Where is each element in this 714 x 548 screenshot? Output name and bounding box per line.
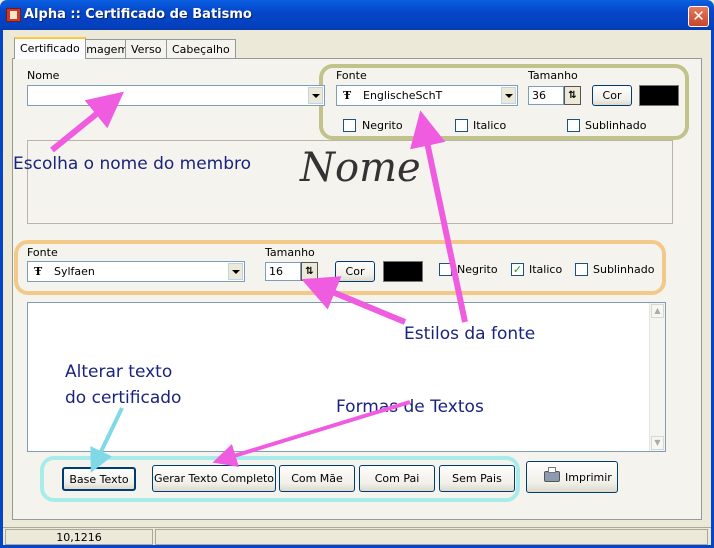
texto-tamanho-input[interactable]: 16 [265, 262, 301, 281]
nome-sublinhado-label: Sublinhado [585, 119, 647, 132]
texto-italico-label: Italico [529, 263, 563, 276]
window-title: Alpha :: Certificado de Batismo [24, 7, 252, 22]
texto-negrito-label: Negrito [457, 263, 498, 276]
texto-tamanho-spinner[interactable]: ⇅ [301, 262, 318, 281]
textarea-scrollbar[interactable]: ▲ ▼ [649, 303, 665, 451]
truetype-font-icon: Ŧ [34, 265, 43, 278]
imprimir-label: Imprimir [565, 471, 612, 484]
scroll-down-icon[interactable]: ▼ [651, 436, 664, 450]
imprimir-button[interactable]: Imprimir [526, 461, 618, 493]
texto-fonte-value: Sylfaen [54, 265, 95, 278]
texto-sublinhado-checkbox[interactable] [575, 263, 588, 276]
annotation-alterar-texto-line2: do certificado [65, 388, 182, 408]
nome-sublinhado-checkbox[interactable] [567, 119, 580, 132]
texto-negrito-checkbox[interactable] [439, 263, 452, 276]
texto-tamanho-label: Tamanho [265, 246, 315, 259]
fonte-label: Fonte [336, 69, 367, 82]
nome-tamanho-spinner[interactable]: ⇅ [564, 86, 581, 105]
annotation-formas-textos: Formas de Textos [336, 397, 484, 417]
nome-preview-text: Nome [300, 145, 421, 191]
scroll-up-icon[interactable]: ▲ [651, 304, 664, 318]
chevron-down-icon[interactable] [228, 263, 243, 280]
app-icon [6, 8, 21, 22]
nome-tamanho-input[interactable]: 36 [528, 86, 564, 105]
gerar-texto-completo-button[interactable]: Gerar Texto Completo [152, 465, 276, 492]
nome-negrito-label: Negrito [362, 119, 403, 132]
printer-icon [544, 467, 560, 482]
status-cell-position: 10,1216 [5, 529, 153, 545]
texto-italico-checkbox[interactable]: ✓ [511, 263, 524, 276]
texto-color-swatch[interactable] [383, 261, 423, 282]
tamanho-label: Tamanho [528, 69, 578, 82]
nome-fonte-dropdown[interactable]: Ŧ EnglischeSchT [336, 85, 518, 106]
status-cell-info [155, 529, 708, 545]
chevron-down-icon[interactable] [308, 87, 323, 104]
annotation-alterar-texto-line1: Alterar texto [65, 362, 173, 382]
annotation-escolha-nome: Escolha o nome do membro [13, 154, 252, 174]
nome-italico-label: Italico [473, 119, 507, 132]
tab-verso[interactable]: Verso [125, 39, 168, 58]
tab-cabecalho[interactable]: Cabeçalho [166, 39, 236, 58]
nome-negrito-checkbox[interactable] [343, 119, 356, 132]
nome-cor-button[interactable]: Cor [592, 85, 632, 106]
sem-pais-button[interactable]: Sem Pais [439, 465, 515, 492]
annotation-estilos-fonte: Estilos da fonte [404, 324, 536, 344]
base-texto-button[interactable]: Base Texto [62, 467, 136, 491]
texto-cor-button[interactable]: Cor [335, 261, 375, 282]
texto-fonte-label: Fonte [27, 246, 58, 259]
tab-certificado[interactable]: Certificado [14, 37, 86, 59]
nome-italico-checkbox[interactable] [455, 119, 468, 132]
com-pai-button[interactable]: Com Pai [359, 465, 435, 492]
close-button[interactable]: ✕ [688, 6, 709, 27]
texto-fonte-dropdown[interactable]: Ŧ Sylfaen [27, 261, 245, 282]
truetype-font-icon: Ŧ [343, 89, 352, 102]
nome-fonte-value: EnglischeSchT [363, 89, 443, 102]
com-mae-button[interactable]: Com Mãe [279, 465, 355, 492]
nome-color-swatch[interactable] [639, 85, 679, 106]
nome-label: Nome [27, 69, 60, 82]
chevron-down-icon[interactable] [501, 87, 516, 104]
texto-sublinhado-label: Sublinhado [593, 263, 655, 276]
nome-dropdown[interactable] [27, 85, 325, 106]
